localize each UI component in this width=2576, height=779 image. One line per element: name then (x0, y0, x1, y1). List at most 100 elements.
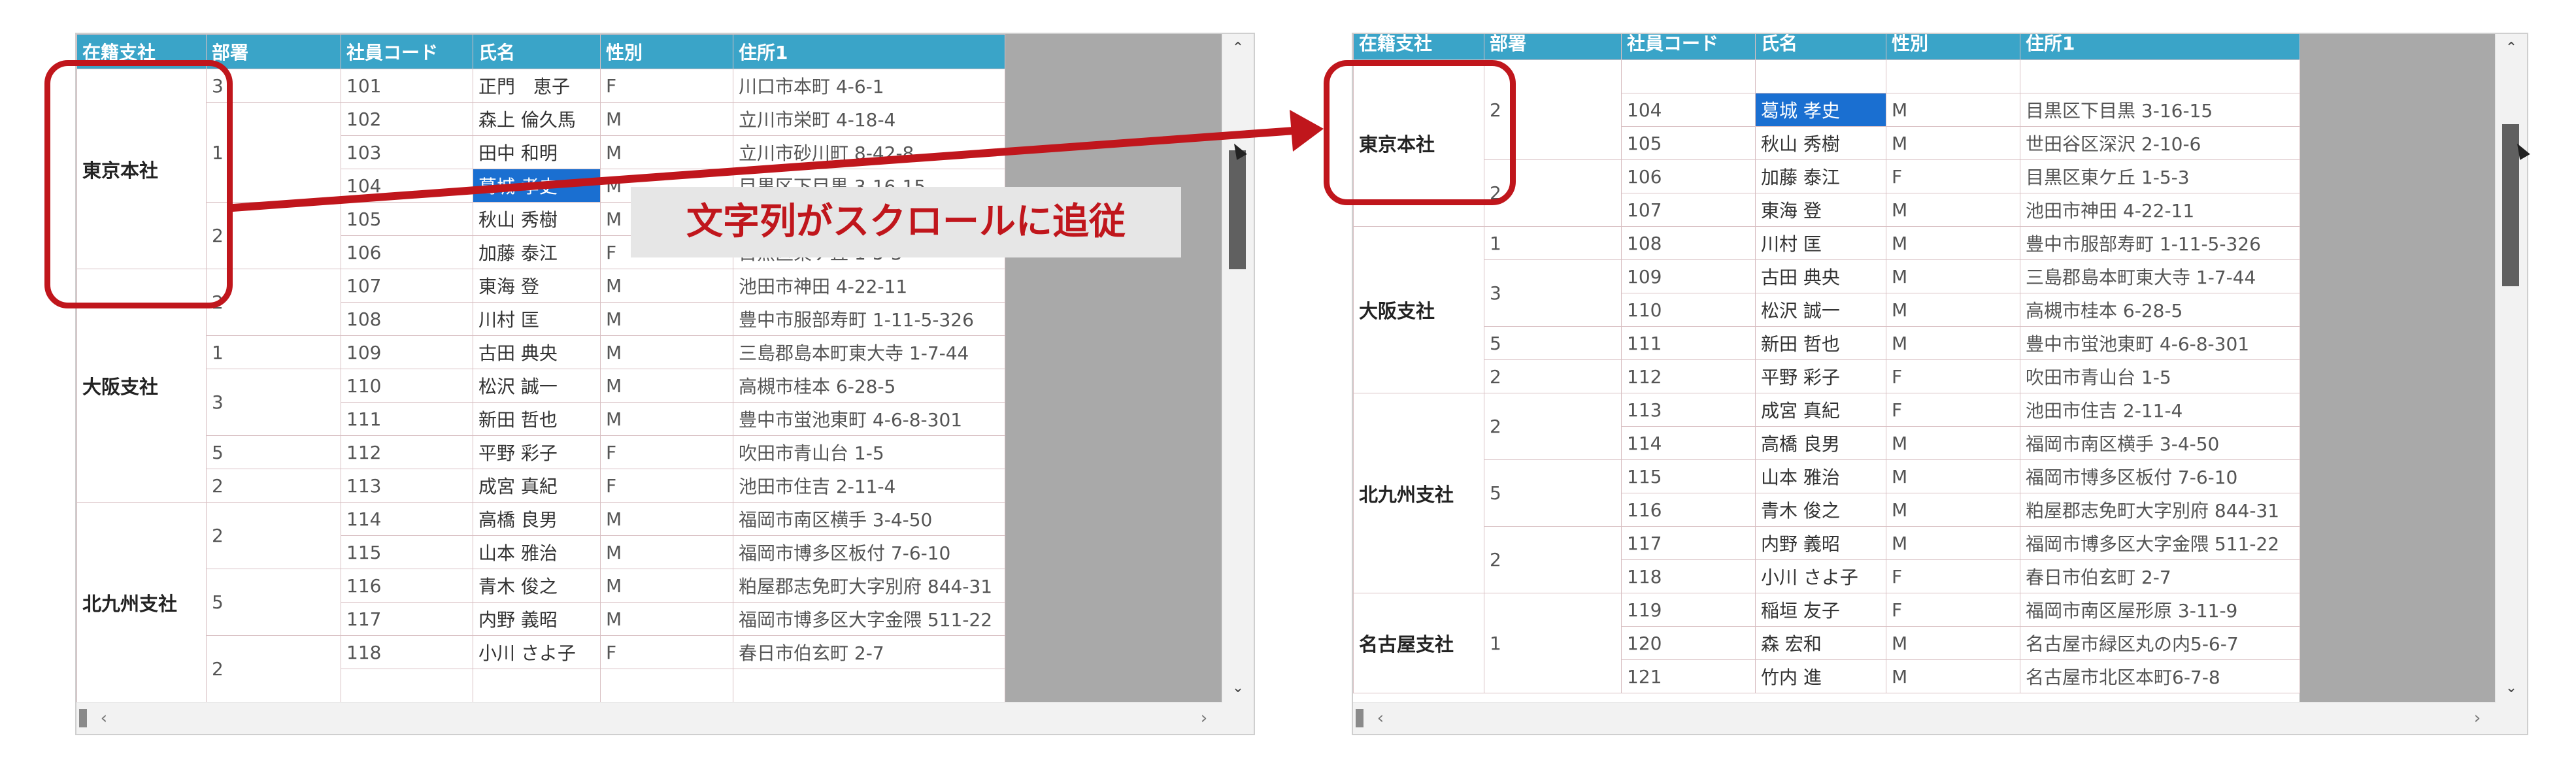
cell-gender[interactable]: M (1886, 293, 2020, 327)
cell-name[interactable]: 秋山 秀樹 (473, 202, 601, 236)
cell-department[interactable]: 1 (1484, 593, 1622, 693)
cell-employee-code[interactable]: 107 (1621, 193, 1756, 227)
cell-address[interactable]: 池田市神田 4-22-11 (733, 269, 1005, 303)
cell-gender[interactable]: M (600, 269, 733, 303)
cell-employee-code[interactable]: 108 (1621, 226, 1756, 260)
cell-name[interactable]: 古田 典央 (473, 335, 601, 369)
cell-address[interactable]: 福岡市博多区板付 7-6-10 (733, 535, 1005, 569)
cell-employee-code[interactable]: 115 (1621, 459, 1756, 493)
horizontal-scrollbar[interactable]: ‹ › (76, 702, 1222, 734)
cell-name[interactable]: 山本 雅治 (473, 535, 601, 569)
cell-department[interactable]: 5 (1484, 326, 1622, 360)
cell-department[interactable]: 2 (206, 502, 341, 569)
cell-address[interactable]: 池田市神田 4-22-11 (2020, 193, 2300, 227)
cell-gender[interactable]: F (600, 69, 733, 103)
cell-address[interactable] (733, 669, 1005, 703)
cell-employee-code[interactable]: 111 (341, 402, 473, 436)
cell-office[interactable]: 名古屋支社 (1353, 593, 1484, 693)
table-row[interactable]: 2 112 平野 彩子 F 吹田市青山台 1-5 (1354, 359, 2300, 393)
chevron-up-icon[interactable]: ⌃ (1222, 34, 1254, 63)
cell-employee-code[interactable]: 105 (1621, 126, 1756, 160)
header-employee-code[interactable]: 社員コード (341, 34, 473, 69)
cell-name[interactable]: 内野 義昭 (1755, 526, 1886, 560)
horizontal-scroll-thumb[interactable] (1356, 709, 1363, 727)
cell-name[interactable]: 高橋 良男 (1755, 426, 1886, 460)
cell-gender[interactable]: M (600, 502, 733, 536)
table-row[interactable]: 北九州支社 2 113 成宮 真紀 F 池田市住吉 2-11-4 (1353, 393, 2300, 593)
cell-gender[interactable]: M (1886, 93, 2020, 127)
cell-name[interactable]: 葛城 孝史 (1755, 93, 1886, 127)
cell-employee-code[interactable] (1621, 59, 1756, 93)
cell-name[interactable]: 森上 倫久馬 (473, 102, 601, 136)
cell-address[interactable]: 立川市栄町 4-18-4 (733, 102, 1005, 136)
cell-address[interactable]: 豊中市服部寿町 1-11-5-326 (733, 302, 1005, 336)
cell-address[interactable]: 福岡市南区横手 3-4-50 (733, 502, 1005, 536)
cell-employee-code[interactable]: 110 (1621, 293, 1756, 327)
cell-name[interactable]: 森 宏和 (1755, 626, 1886, 660)
cell-address[interactable]: 目黒区東ケ丘 1-5-3 (2020, 159, 2300, 193)
cell-employee-code[interactable]: 101 (341, 69, 473, 103)
cell-name[interactable]: 平野 彩子 (473, 435, 601, 469)
cell-gender[interactable]: M (1886, 193, 2020, 227)
cell-gender[interactable]: M (1886, 126, 2020, 160)
cell-gender[interactable]: M (1886, 493, 2020, 527)
cell-department[interactable]: 1 (206, 335, 341, 369)
cell-name[interactable]: 内野 義昭 (473, 602, 601, 636)
table-row[interactable]: 2 118 小川 さよ子 F 春日市伯玄町 2-7 (77, 635, 1005, 703)
cell-employee-code[interactable]: 118 (1621, 559, 1756, 593)
table-row[interactable]: 名古屋支社 1 119 稲垣 友子 F 福岡市南区屋形原 3-11-9 (1353, 593, 2300, 693)
cell-office[interactable]: 北九州支社 (76, 502, 207, 703)
cell-address[interactable]: 豊中市蛍池東町 4-6-8-301 (733, 402, 1005, 436)
cell-address[interactable]: 立川市砂川町 8-42-8 (733, 135, 1005, 169)
cell-employee-code[interactable]: 104 (341, 169, 473, 203)
cell-employee-code[interactable]: 111 (1621, 326, 1756, 360)
grid-before-scroll[interactable]: 在籍支社 部署 社員コード 氏名 性別 住所1 東京本社 3 101 正門 恵子 F 川口… (75, 33, 1255, 735)
cell-name[interactable]: 青木 俊之 (473, 569, 601, 603)
cell-name[interactable]: 成宮 真紀 (1755, 393, 1886, 427)
cell-name[interactable]: 川村 匡 (473, 302, 601, 336)
vertical-scroll-thumb[interactable] (1229, 150, 1246, 269)
cell-employee-code[interactable]: 103 (341, 135, 473, 169)
cell-address[interactable]: 三島郡島本町東大寺 1-7-44 (2020, 259, 2300, 293)
grid-after-scroll[interactable]: 在籍支社 部署 社員コード 氏名 性別 住所1 東京本社 2 104 葛城 孝史 M 目黒… (1352, 33, 2528, 735)
chevron-up-icon[interactable]: ⌃ (2496, 34, 2527, 63)
cell-name[interactable]: 新田 哲也 (473, 402, 601, 436)
cell-department[interactable]: 2 (206, 469, 341, 503)
table-row[interactable]: 5 116 青木 俊之 M 粕屋郡志免町大字別府 844-31 (77, 569, 1005, 636)
chevron-left-icon[interactable]: ‹ (1367, 703, 1394, 734)
cell-employee-code[interactable]: 118 (341, 635, 473, 669)
table-row[interactable]: 1 109 古田 典央 M 三島郡島本町東大寺 1-7-44 (77, 335, 1005, 369)
cell-employee-code[interactable]: 119 (1621, 593, 1756, 627)
cell-name[interactable]: 古田 典央 (1755, 259, 1886, 293)
cell-gender[interactable]: M (600, 135, 733, 169)
cell-department[interactable]: 2 (1484, 359, 1622, 393)
cell-name[interactable]: 小川 さよ子 (473, 635, 601, 669)
cell-gender[interactable]: M (600, 369, 733, 403)
table-row[interactable]: 5 111 新田 哲也 M 豊中市蛍池東町 4-6-8-301 (1354, 326, 2300, 360)
vertical-scrollbar[interactable]: ⌃ ⌄ (1222, 34, 1254, 703)
cell-gender[interactable]: M (1886, 526, 2020, 560)
cell-gender[interactable]: F (1886, 159, 2020, 193)
grid-viewport[interactable]: 在籍支社 部署 社員コード 氏名 性別 住所1 東京本社 3 101 正門 恵子 F 川口… (76, 34, 1222, 703)
header-name[interactable]: 氏名 (1755, 34, 1886, 60)
horizontal-scrollbar[interactable]: ‹ › (1353, 702, 2496, 734)
cell-department[interactable]: 5 (206, 569, 341, 636)
cell-gender[interactable]: F (1886, 559, 2020, 593)
cell-employee-code[interactable]: 114 (1621, 426, 1756, 460)
cell-gender[interactable] (1886, 59, 2020, 93)
cell-department[interactable]: 2 (1484, 526, 1622, 593)
table-row[interactable]: 5 112 平野 彩子 F 吹田市青山台 1-5 (77, 435, 1005, 469)
header-address[interactable]: 住所1 (733, 34, 1005, 69)
table-row[interactable]: 3 109 古田 典央 M 三島郡島本町東大寺 1-7-44 (1354, 259, 2300, 327)
cell-name[interactable]: 秋山 秀樹 (1755, 126, 1886, 160)
cell-name[interactable]: 東海 登 (1755, 193, 1886, 227)
cell-gender[interactable]: M (600, 402, 733, 436)
header-department[interactable]: 部署 (1484, 34, 1622, 60)
cell-employee-code[interactable]: 107 (341, 269, 473, 303)
table-row[interactable]: 北九州支社 2 114 高橋 良男 M 福岡市南区横手 3-4-50 (76, 502, 1005, 703)
header-office[interactable]: 在籍支社 (1353, 34, 1484, 60)
header-name[interactable]: 氏名 (473, 34, 601, 69)
cell-gender[interactable] (600, 669, 733, 703)
cell-address[interactable]: 福岡市南区横手 3-4-50 (2020, 426, 2300, 460)
header-department[interactable]: 部署 (206, 34, 341, 69)
